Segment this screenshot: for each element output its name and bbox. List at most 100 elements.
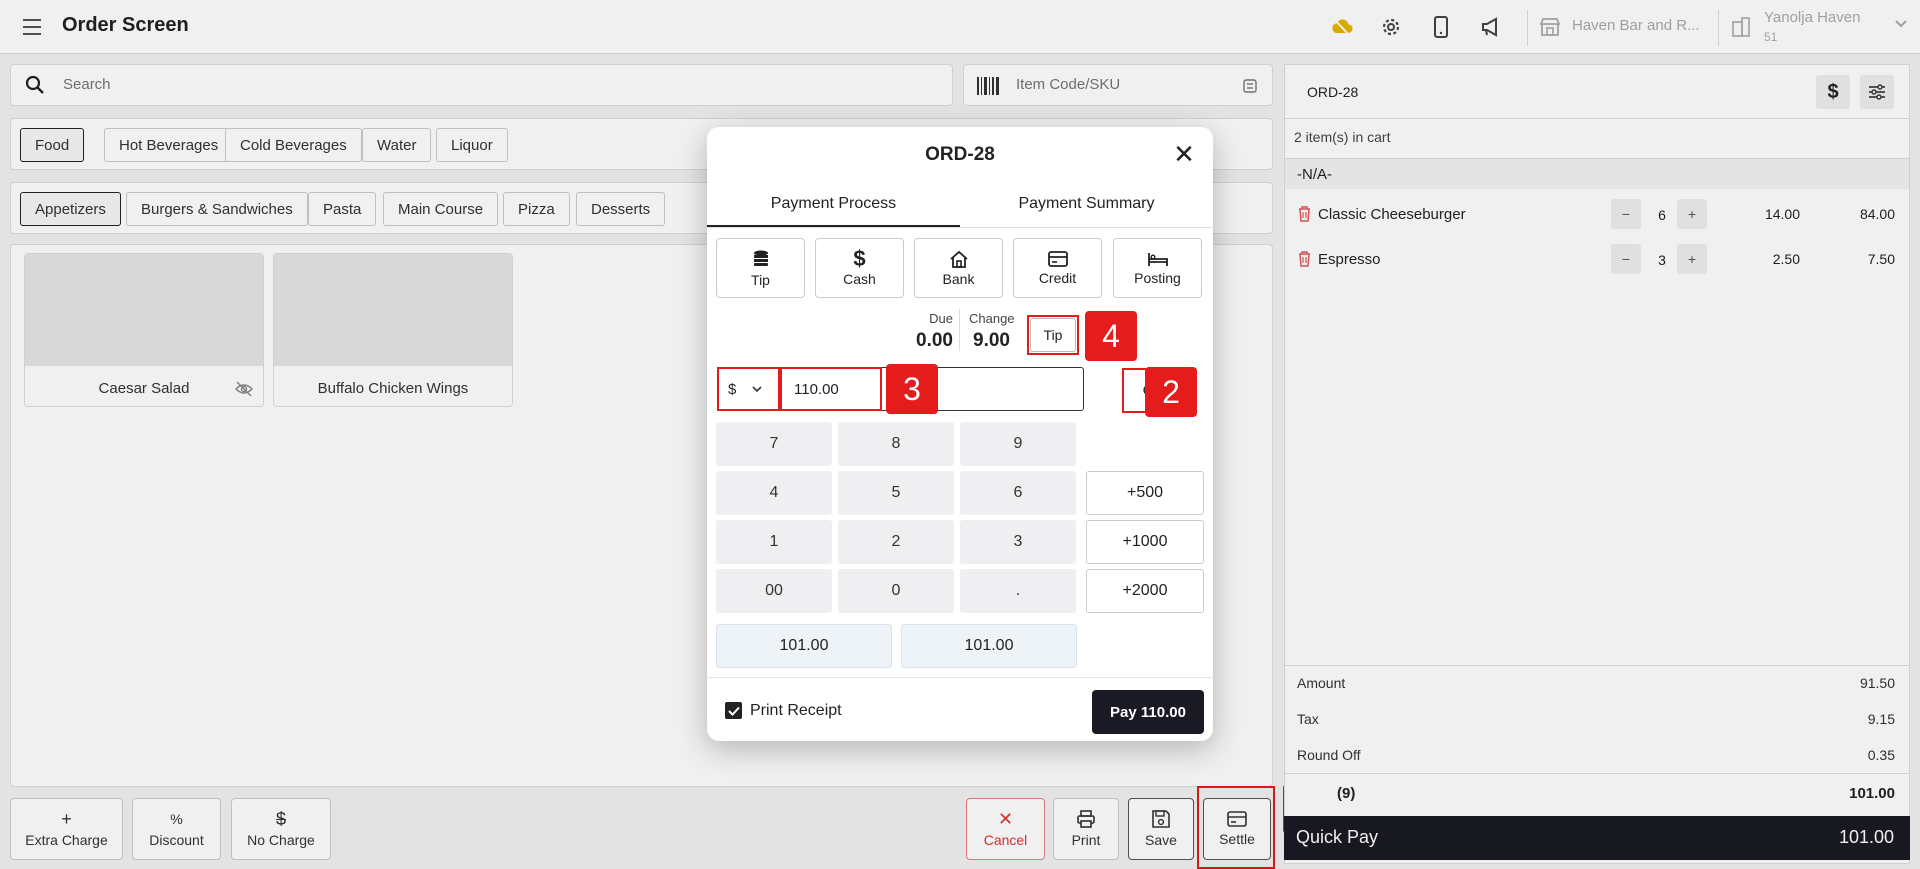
tab-divider <box>707 227 1213 228</box>
print-receipt-checkbox[interactable] <box>725 702 742 719</box>
subcategory-pizza[interactable]: Pizza <box>503 192 570 226</box>
method-credit-button[interactable]: Credit <box>1013 238 1102 298</box>
product-card[interactable]: Buffalo Chicken Wings <box>273 253 513 407</box>
tablet-icon[interactable] <box>1428 14 1454 40</box>
category-cold-beverages[interactable]: Cold Beverages <box>225 128 362 162</box>
increase-qty-button[interactable]: + <box>1677 199 1707 229</box>
user-name[interactable]: Yanolja Haven <box>1764 9 1860 26</box>
preset-amount-button[interactable]: 101.00 <box>901 624 1077 668</box>
subcategory-burgers[interactable]: Burgers & Sandwiches <box>126 192 308 226</box>
category-liquor[interactable]: Liquor <box>436 128 508 162</box>
no-dollar-icon: $ <box>275 809 286 829</box>
subcategory-desserts[interactable]: Desserts <box>576 192 666 226</box>
key-decimal[interactable]: . <box>960 569 1076 613</box>
category-food[interactable]: Food <box>20 128 85 162</box>
save-button[interactable]: Save <box>1128 798 1194 860</box>
hidden-eye-icon[interactable] <box>235 381 253 397</box>
category-water[interactable]: Water <box>362 128 432 162</box>
chevron-down-icon[interactable] <box>1895 20 1907 28</box>
extra-charge-label: Extra Charge <box>25 832 108 848</box>
category-hot-beverages[interactable]: Hot Beverages <box>104 128 234 162</box>
gear-icon[interactable] <box>1378 14 1404 40</box>
payment-modal: ORD-28 ✕ Payment Process Payment Summary… <box>707 127 1213 741</box>
tip-button[interactable]: Tip <box>1030 318 1076 352</box>
method-cash-button[interactable]: $ Cash <box>815 238 904 298</box>
decrease-qty-button[interactable]: − <box>1611 244 1641 274</box>
cloud-offline-icon[interactable] <box>1329 14 1355 40</box>
cart-item-total: 84.00 <box>1859 206 1895 222</box>
key-4[interactable]: 4 <box>716 471 832 515</box>
pay-button[interactable]: Pay 110.00 <box>1092 690 1204 734</box>
key-0[interactable]: 0 <box>838 569 954 613</box>
store-icon <box>1537 14 1563 40</box>
card-icon <box>1047 250 1068 267</box>
key-5[interactable]: 5 <box>838 471 954 515</box>
venue-selector[interactable]: Haven Bar and R... <box>1572 17 1700 34</box>
cart-item-name: Classic Cheeseburger <box>1318 206 1466 223</box>
extra-charge-button[interactable]: + Extra Charge <box>10 798 123 860</box>
cart-header: ORD-28 $ <box>1285 65 1909 119</box>
coins-icon <box>751 249 771 269</box>
product-card[interactable]: Caesar Salad <box>24 253 264 407</box>
cart-item-total: 7.50 <box>1867 251 1895 267</box>
print-button[interactable]: Print <box>1053 798 1119 860</box>
key-1[interactable]: 1 <box>716 520 832 564</box>
tab-payment-process[interactable]: Payment Process <box>707 195 960 229</box>
sliders-icon[interactable] <box>1860 75 1894 109</box>
key-2[interactable]: 2 <box>838 520 954 564</box>
trash-icon[interactable] <box>1297 250 1312 267</box>
print-receipt-label[interactable]: Print Receipt <box>750 702 842 720</box>
cart-row[interactable]: Espresso − 3 + 2.50 7.50 <box>1285 238 1909 278</box>
currency-select[interactable]: $ <box>717 367 780 411</box>
round-off-label: Round Off <box>1297 747 1361 763</box>
subcategory-main-course[interactable]: Main Course <box>383 192 499 226</box>
scan-icon[interactable] <box>1243 79 1257 93</box>
subcategory-pasta[interactable]: Pasta <box>308 192 377 226</box>
cart-row[interactable]: Classic Cheeseburger − 6 + 14.00 84.00 <box>1285 193 1909 233</box>
key-6[interactable]: 6 <box>960 471 1076 515</box>
due-label: Due <box>929 311 953 326</box>
method-label: Cash <box>843 270 876 287</box>
menu-icon[interactable] <box>18 14 46 40</box>
cancel-button[interactable]: ✕ Cancel <box>966 798 1045 860</box>
increase-qty-button[interactable]: + <box>1677 244 1707 274</box>
key-00[interactable]: 00 <box>716 569 832 613</box>
method-posting-button[interactable]: Posting <box>1113 238 1202 298</box>
key-7[interactable]: 7 <box>716 422 832 466</box>
quick-pay-button[interactable]: Quick Pay 101.00 <box>1284 816 1910 860</box>
amount-label: Amount <box>1297 675 1346 691</box>
save-label: Save <box>1145 832 1177 848</box>
trash-icon[interactable] <box>1297 205 1312 222</box>
sku-input[interactable] <box>1016 76 1216 93</box>
annotation-badge-3: 3 <box>886 364 938 414</box>
print-label: Print <box>1071 832 1101 848</box>
building-icon <box>1728 14 1754 40</box>
annotation-badge-4: 4 <box>1085 311 1137 361</box>
key-9[interactable]: 9 <box>960 422 1076 466</box>
add-500-button[interactable]: +500 <box>1086 471 1204 515</box>
discount-button[interactable]: % Discount <box>132 798 221 860</box>
decrease-qty-button[interactable]: − <box>1611 199 1641 229</box>
add-2000-button[interactable]: +2000 <box>1086 569 1204 613</box>
preset-amount-button[interactable]: 101.00 <box>716 624 892 668</box>
search-bar[interactable] <box>10 64 953 106</box>
subcategory-appetizers[interactable]: Appetizers <box>20 192 121 226</box>
method-tip-button[interactable]: Tip <box>716 238 805 298</box>
tab-payment-summary[interactable]: Payment Summary <box>960 195 1213 229</box>
key-8[interactable]: 8 <box>838 422 954 466</box>
sku-bar[interactable] <box>963 64 1273 106</box>
total-value: 101.00 <box>1849 785 1895 802</box>
no-charge-button[interactable]: $ No Charge <box>231 798 331 860</box>
currency-dollar-icon[interactable]: $ <box>1816 75 1850 109</box>
search-input[interactable] <box>63 76 663 93</box>
add-1000-button[interactable]: +1000 <box>1086 520 1204 564</box>
cart-count: 2 item(s) in cart <box>1294 129 1391 145</box>
printer-icon <box>1077 810 1095 828</box>
method-bank-button[interactable]: Bank <box>914 238 1003 298</box>
megaphone-icon[interactable] <box>1478 14 1504 40</box>
amount-input[interactable]: 110.00 <box>780 367 882 411</box>
tax-label: Tax <box>1297 711 1319 727</box>
annotation-badge-2: 2 <box>1145 367 1197 417</box>
close-icon[interactable]: ✕ <box>1170 141 1198 169</box>
key-3[interactable]: 3 <box>960 520 1076 564</box>
